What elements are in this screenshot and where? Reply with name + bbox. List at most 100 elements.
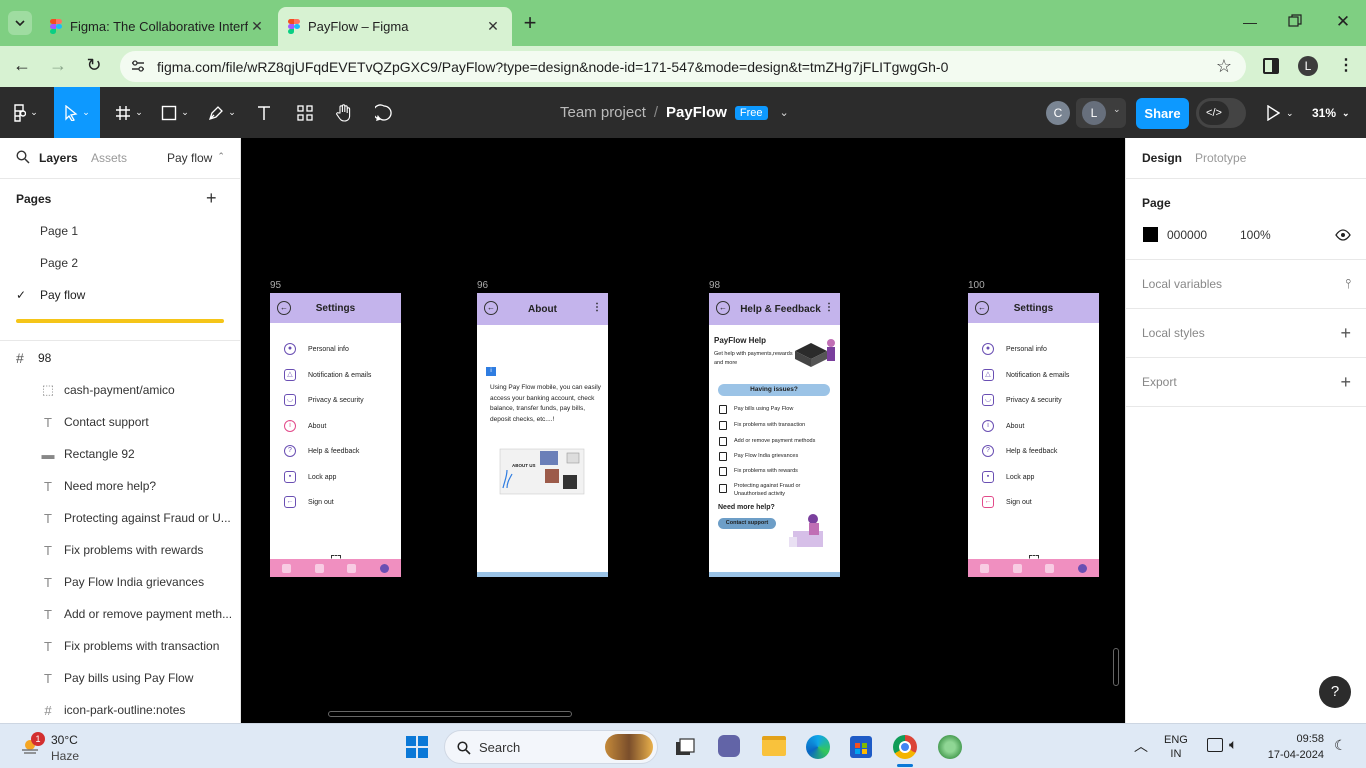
layer-row[interactable]: T Protecting against Fraud or U...	[0, 502, 240, 534]
taskbar-search[interactable]: Search	[444, 730, 658, 764]
layer-row[interactable]: T Contact support	[0, 406, 240, 438]
present-button[interactable]: ⌄	[1266, 101, 1294, 125]
pen-tool-button[interactable]: ⌄	[202, 87, 242, 138]
minimize-icon[interactable]: —	[1240, 14, 1260, 30]
layer-row[interactable]: T Fix problems with rewards	[0, 534, 240, 566]
frame-label[interactable]: 95	[270, 280, 281, 291]
sliders-icon[interactable]: ⫯	[1345, 276, 1351, 292]
dev-mode-toggle[interactable]: </>	[1196, 98, 1246, 128]
comment-tool-button[interactable]	[370, 87, 398, 138]
restore-icon[interactable]	[1288, 14, 1306, 32]
page-selector[interactable]: Pay flow ⌃	[167, 151, 225, 165]
clock[interactable]: 09:58 17-04-2024	[1256, 731, 1324, 763]
frame-label[interactable]: 98	[709, 280, 720, 291]
layer-row[interactable]: T Pay Flow India grievances	[0, 566, 240, 598]
bg-color-hex[interactable]: 000000	[1167, 228, 1207, 242]
add-page-icon[interactable]: +	[206, 188, 217, 209]
search-icon[interactable]	[16, 150, 30, 164]
phone-frame-settings-2[interactable]: ← Settings ● Personal info △ Notification …	[968, 293, 1099, 577]
vertical-scrollbar[interactable]	[1113, 648, 1119, 686]
resources-tool-button[interactable]	[290, 87, 320, 138]
text-tool-button[interactable]	[250, 87, 278, 138]
side-panel-icon[interactable]	[1263, 58, 1279, 74]
layer-row[interactable]: T Add or remove payment meth...	[0, 598, 240, 630]
task-view-icon[interactable]	[674, 736, 696, 758]
close-window-icon[interactable]: ✕	[1334, 12, 1352, 32]
reload-icon[interactable]: ↻	[84, 56, 104, 76]
url-field[interactable]: figma.com/file/wRZ8qjUFqdEVETvQZpGXC9/Pa…	[120, 51, 1246, 82]
file-explorer-icon[interactable]	[762, 736, 786, 756]
plus-icon[interactable]: +	[1340, 372, 1351, 393]
browser-tab-payflow[interactable]: PayFlow – Figma ✕	[278, 7, 512, 46]
teams-chat-icon[interactable]	[718, 735, 740, 757]
back-icon[interactable]: ←	[12, 56, 32, 76]
phone-frame-help[interactable]: ← Help & Feedback ⋮ PayFlow Help Get hel…	[709, 293, 840, 577]
close-tab-icon[interactable]: ✕	[248, 18, 266, 35]
chevron-down-icon[interactable]: ⌄	[780, 106, 789, 119]
chrome-icon[interactable]	[893, 735, 917, 759]
local-styles-section[interactable]: Local styles +	[1126, 308, 1366, 357]
tab-layers[interactable]: Layers	[39, 151, 78, 165]
tab-design[interactable]: Design	[1142, 151, 1182, 165]
frame-label[interactable]: 100	[968, 280, 985, 291]
chrome-profile-icon[interactable]	[938, 735, 962, 759]
phone-frame-settings[interactable]: ← Settings ● Personal info △ Notification …	[270, 293, 401, 577]
browser-menu-icon[interactable]: ⋮	[1338, 56, 1354, 76]
tab-list-button[interactable]	[8, 11, 32, 35]
team-name[interactable]: Team project	[560, 104, 646, 121]
language-indicator[interactable]: ENG IN	[1164, 733, 1188, 761]
shape-tool-button[interactable]: ⌄	[156, 87, 194, 138]
frame-label[interactable]: 96	[477, 280, 488, 291]
bg-opacity[interactable]: 100%	[1240, 228, 1271, 242]
new-tab-button[interactable]: +	[518, 12, 542, 36]
eye-icon[interactable]	[1335, 229, 1351, 241]
forward-icon[interactable]: →	[48, 56, 68, 76]
network-icon[interactable]	[1207, 738, 1223, 752]
volume-icon[interactable]: 🔈︎	[1229, 736, 1237, 753]
layer-row[interactable]: # icon-park-outline:notes	[0, 694, 240, 726]
layer-row[interactable]: ⬚ cash-payment/amico	[0, 374, 240, 406]
tab-prototype[interactable]: Prototype	[1195, 151, 1246, 165]
profile-avatar[interactable]: L	[1298, 56, 1318, 76]
frame-tool-button[interactable]: ⌄	[110, 87, 148, 138]
current-user-menu[interactable]: L ⌄	[1076, 98, 1126, 128]
zoom-menu[interactable]: 31% ⌄	[1312, 101, 1350, 125]
plus-icon[interactable]: +	[1340, 323, 1351, 344]
close-tab-icon[interactable]: ✕	[484, 18, 502, 35]
help-button[interactable]: ?	[1319, 676, 1351, 708]
bookmark-star-icon[interactable]: ☆	[1216, 56, 1232, 77]
edge-browser-icon[interactable]	[806, 735, 830, 759]
local-variables-section[interactable]: Local variables ⫯	[1126, 259, 1366, 308]
layer-row[interactable]: T Fix problems with transaction	[0, 630, 240, 662]
page-item-2[interactable]: Page 2	[40, 256, 78, 270]
collaborator-avatar[interactable]: C	[1046, 101, 1070, 125]
start-button[interactable]	[406, 736, 428, 758]
share-button[interactable]: Share	[1136, 98, 1189, 129]
tab-assets[interactable]: Assets	[91, 151, 127, 165]
design-canvas[interactable]: 95 ← Settings ● Personal info △ Notificati…	[241, 138, 1125, 723]
bottom-strip	[709, 572, 840, 577]
layer-row[interactable]: T Need more help?	[0, 470, 240, 502]
browser-tab-figma-home[interactable]: Figma: The Collaborative Interf ✕	[40, 7, 276, 46]
page-item-pay-flow[interactable]: Pay flow	[40, 288, 85, 302]
layer-row[interactable]: ▬ Rectangle 92	[0, 438, 240, 470]
main-menu-button[interactable]: ⌄	[6, 87, 44, 138]
layer-row[interactable]: T Pay bills using Pay Flow	[0, 662, 240, 694]
weather-widget[interactable]: 1 30°C Haze	[16, 730, 136, 764]
bg-color-swatch[interactable]	[1143, 227, 1158, 242]
layer-frame-row[interactable]: # 98	[0, 342, 240, 374]
resize-divider[interactable]	[16, 319, 224, 323]
move-tool-button[interactable]: ⌄	[54, 87, 100, 138]
layer-name: icon-park-outline:notes	[64, 703, 186, 717]
hand-tool-button[interactable]	[330, 87, 358, 138]
export-section[interactable]: Export +	[1126, 357, 1366, 406]
site-info-icon[interactable]	[130, 59, 146, 73]
notifications-icon[interactable]: ☾	[1334, 737, 1347, 754]
horizontal-scrollbar[interactable]	[328, 711, 572, 717]
page-item-1[interactable]: Page 1	[40, 224, 78, 238]
microsoft-store-icon[interactable]	[850, 736, 872, 758]
file-name[interactable]: PayFlow	[666, 104, 727, 121]
show-hidden-icons[interactable]: ︿	[1134, 736, 1148, 756]
file-breadcrumb[interactable]: Team project / PayFlow Free ⌄	[560, 87, 789, 138]
phone-frame-about[interactable]: ← About ⋮ i Using Pay Flow mobile, you c…	[477, 293, 608, 577]
